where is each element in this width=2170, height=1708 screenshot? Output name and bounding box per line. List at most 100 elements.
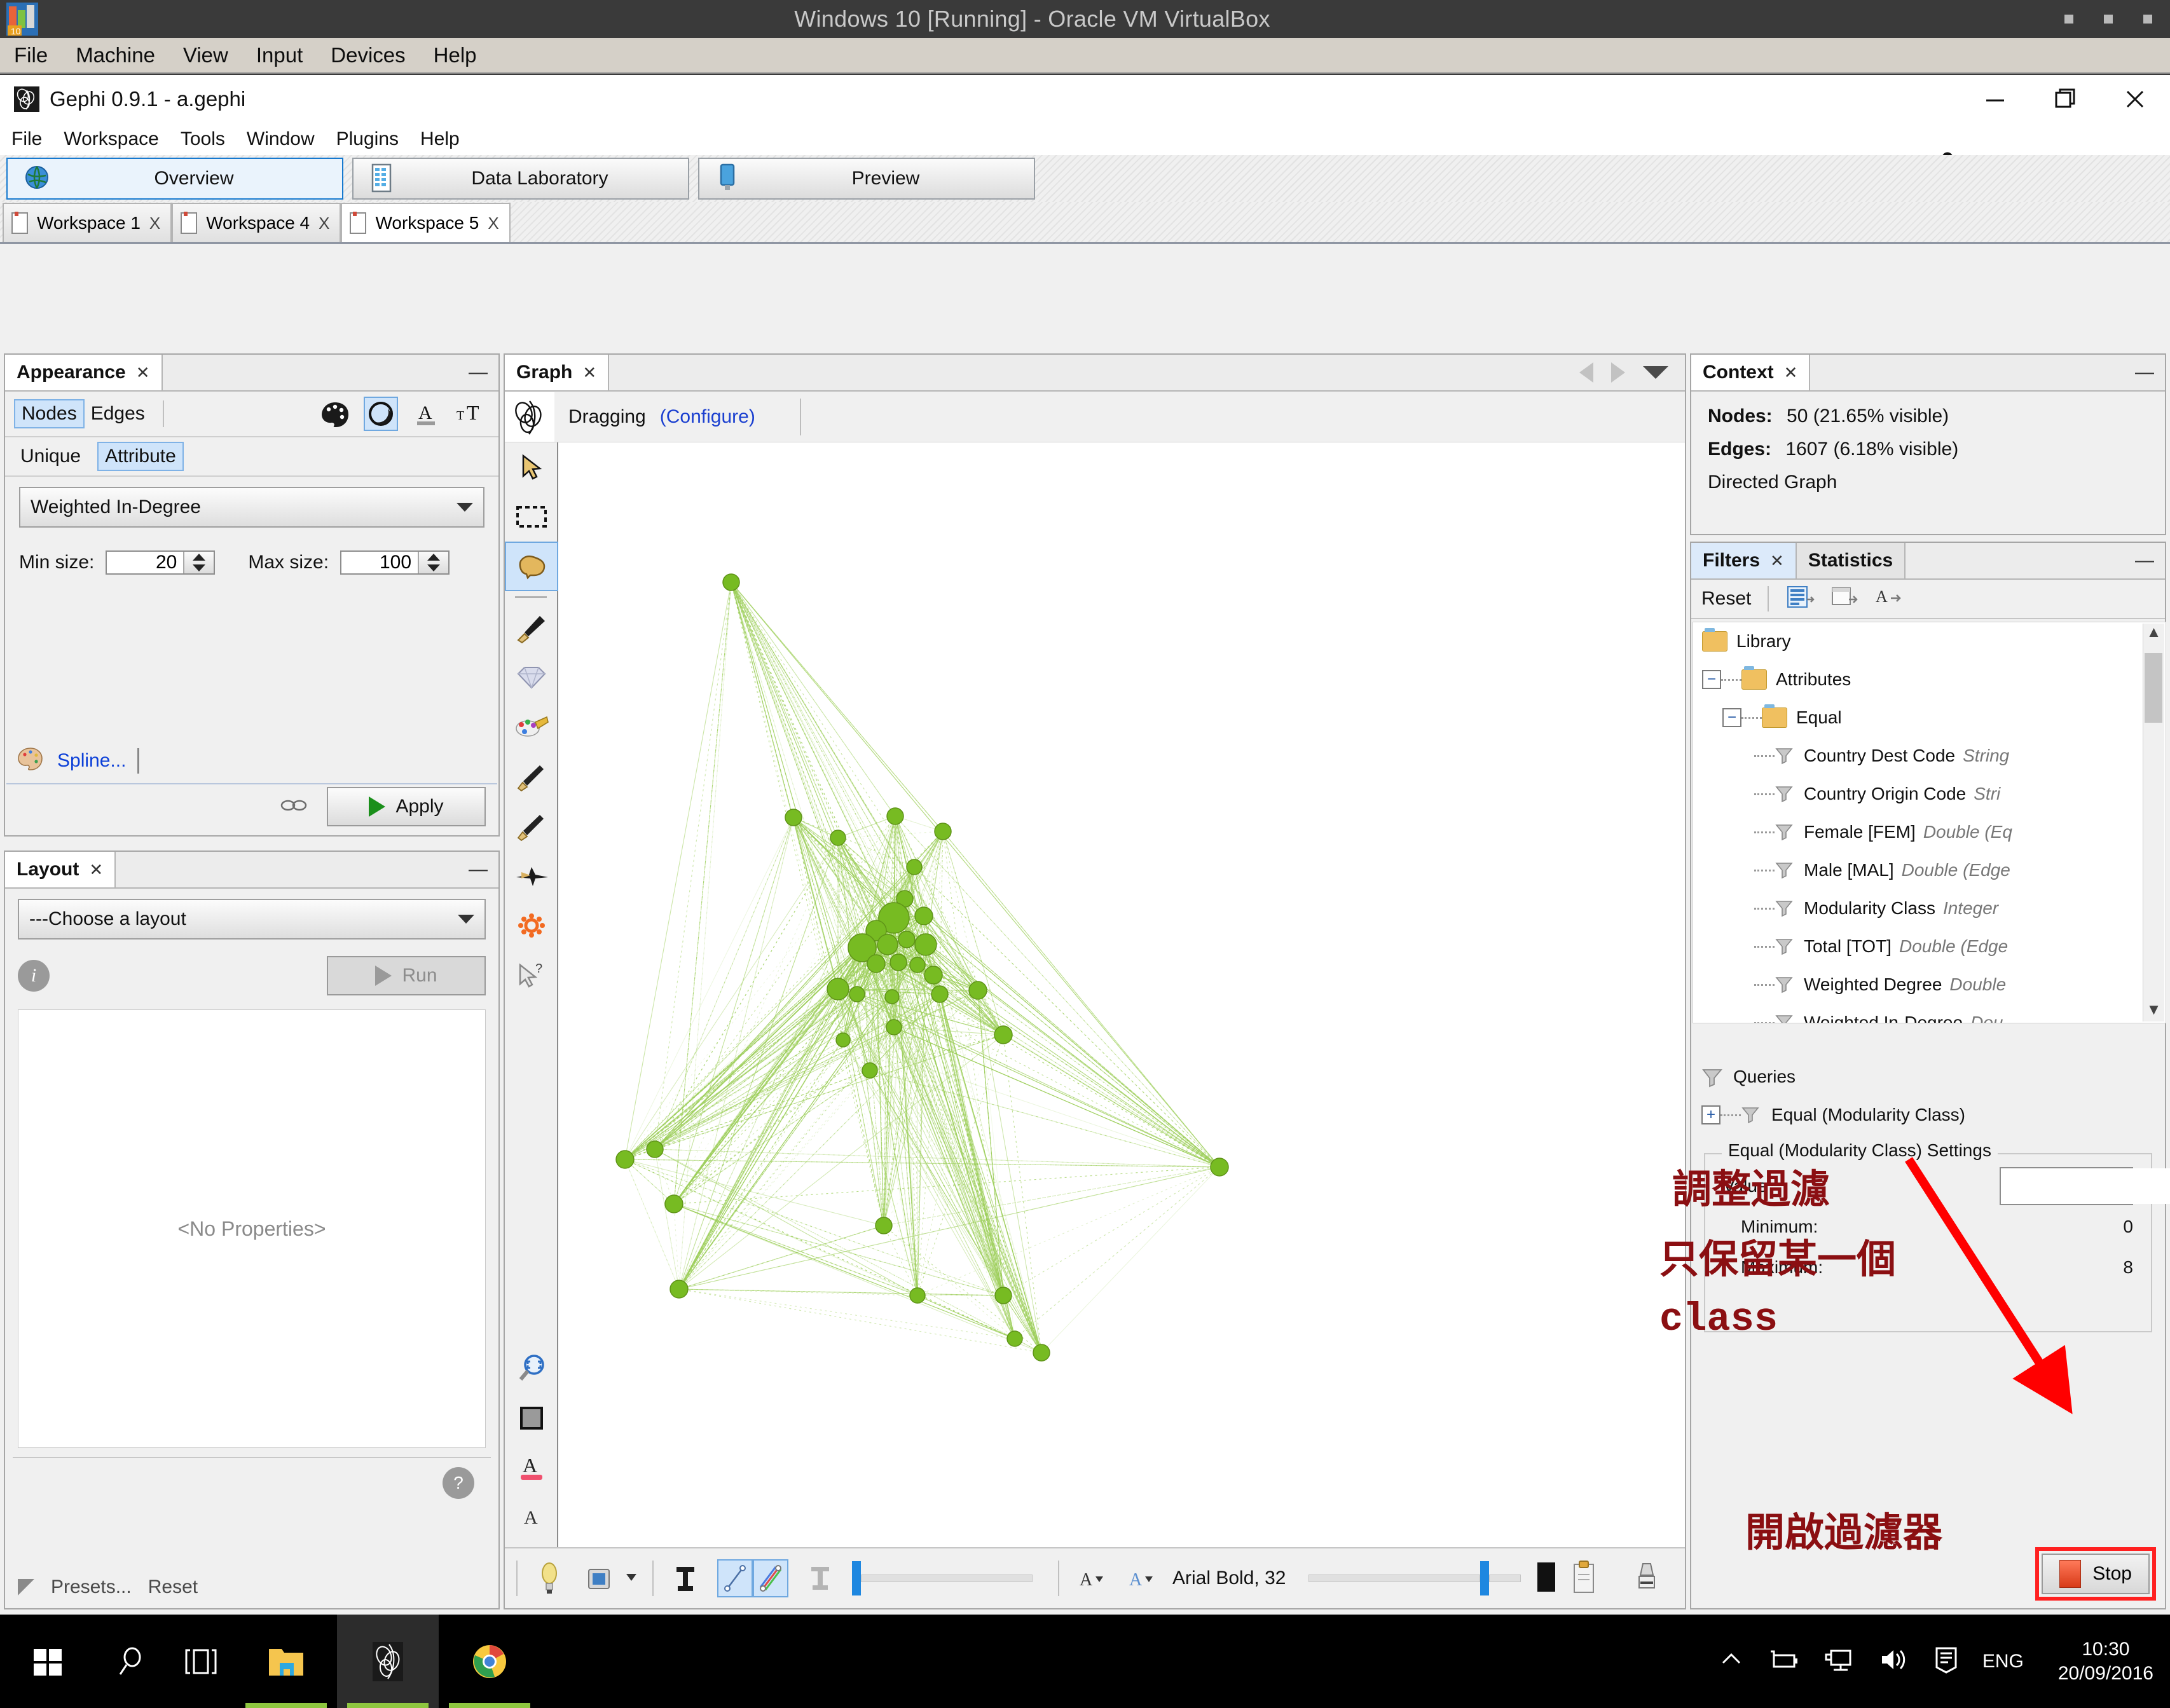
max-size-input[interactable] xyxy=(341,552,418,573)
gephi-window-controls[interactable] xyxy=(1960,75,2170,123)
attribute-select[interactable]: Weighted In-Degree xyxy=(19,487,484,528)
label-color-icon[interactable]: A xyxy=(505,1443,558,1493)
tree-item-weighted-degree[interactable]: Weighted Degree Double xyxy=(1693,966,2166,1004)
layout-close-icon[interactable]: ✕ xyxy=(89,860,103,880)
expander-collapse-icon[interactable]: − xyxy=(1722,708,1741,727)
min-size-input[interactable] xyxy=(107,552,184,573)
font-increase-icon[interactable]: A xyxy=(1123,1559,1158,1597)
virtualbox-window-buttons[interactable] xyxy=(2064,15,2170,24)
link-icon[interactable] xyxy=(280,797,308,817)
run-button[interactable]: Run xyxy=(327,956,486,995)
file-explorer-icon[interactable] xyxy=(235,1615,337,1708)
start-icon[interactable] xyxy=(0,1615,95,1708)
filters-reset-button[interactable]: Reset xyxy=(1701,588,1751,610)
nav-right-icon[interactable] xyxy=(1611,362,1625,383)
language-indicator[interactable]: ENG xyxy=(1982,1651,2024,1672)
workspace-tab-4[interactable]: Workspace 4 X xyxy=(172,203,341,242)
label-size-icon[interactable]: T T xyxy=(455,397,490,431)
workspace-tab-1-close[interactable]: X xyxy=(149,214,160,233)
label-font-value[interactable]: Arial Bold, 32 xyxy=(1172,1568,1286,1589)
appearance-tab[interactable]: Appearance ✕ xyxy=(5,355,163,390)
chrome-icon[interactable] xyxy=(439,1615,540,1708)
pencil-icon[interactable] xyxy=(505,752,558,802)
info-icon[interactable]: i xyxy=(18,960,50,992)
new-filter-icon[interactable] xyxy=(1785,583,1817,615)
slider-track[interactable] xyxy=(861,1575,1033,1582)
expander-collapse-icon[interactable]: − xyxy=(1702,670,1721,689)
size-icon[interactable] xyxy=(364,397,398,431)
export-icon[interactable] xyxy=(1830,583,1862,615)
tree-item-total-tot[interactable]: Total [TOT] Double (Edge xyxy=(1693,927,2166,966)
max-size-decrement[interactable] xyxy=(419,563,448,573)
workspace-tab-5-close[interactable]: X xyxy=(488,214,498,233)
filters-minimize-button[interactable]: — xyxy=(2124,543,2165,578)
filters-close-icon[interactable]: ✕ xyxy=(1770,551,1784,571)
tree-item-modularity-class[interactable]: Modularity Class Integer xyxy=(1693,889,2166,927)
diamond-icon[interactable] xyxy=(505,653,558,702)
tree-item-female-fem[interactable]: Female [FEM] Double (Eq xyxy=(1693,813,2166,851)
vbox-minimize-dot[interactable] xyxy=(2064,15,2073,24)
filters-library-tree[interactable]: Library − Attributes − Equal Country Des… xyxy=(1693,622,2166,1023)
appearance-close-icon[interactable]: ✕ xyxy=(136,363,150,383)
appearance-mode-attribute[interactable]: Attribute xyxy=(97,442,184,471)
graph-close-icon[interactable]: ✕ xyxy=(582,363,596,383)
filters-tab[interactable]: Filters ✕ xyxy=(1691,543,1797,578)
help-icon[interactable]: ? xyxy=(443,1467,474,1499)
action-center-icon[interactable] xyxy=(1932,1644,1961,1678)
workspace-tab-4-close[interactable]: X xyxy=(319,214,329,233)
appearance-tab-nodes[interactable]: Nodes xyxy=(14,399,85,428)
min-size-decrement[interactable] xyxy=(184,563,214,573)
tree-item-country-origin-code[interactable]: Country Origin Code Stri xyxy=(1693,775,2166,813)
tree-item-country-dest-code[interactable]: Country Dest Code String xyxy=(1693,737,2166,775)
zoom-fit-icon[interactable] xyxy=(505,1344,558,1393)
edge-color-icon[interactable] xyxy=(753,1559,788,1597)
layout-minimize-button[interactable]: — xyxy=(458,852,498,887)
color-swatch-icon[interactable] xyxy=(1535,1559,1564,1599)
maximize-button[interactable] xyxy=(2030,75,2100,123)
slider-track[interactable] xyxy=(1308,1575,1481,1582)
brush-icon[interactable] xyxy=(505,603,558,653)
apply-button[interactable]: Apply xyxy=(327,787,486,826)
vbox-close-dot[interactable] xyxy=(2143,15,2152,24)
max-size-spin-buttons[interactable] xyxy=(418,552,449,573)
slider-track-right[interactable] xyxy=(1489,1575,1521,1582)
close-button[interactable] xyxy=(2100,75,2170,123)
tree-item-male-mal[interactable]: Male [MAL] Double (Edge xyxy=(1693,851,2166,889)
layout-reset-button[interactable]: Reset xyxy=(148,1576,198,1598)
mode-button-overview[interactable]: Overview xyxy=(6,158,343,200)
rectangle-selection-icon[interactable] xyxy=(505,492,558,542)
menu-plugins[interactable]: Plugins xyxy=(336,128,399,150)
pen-icon[interactable] xyxy=(505,802,558,851)
nav-left-icon[interactable] xyxy=(1579,362,1593,383)
menu-window[interactable]: Window xyxy=(247,128,315,150)
rename-icon[interactable]: A xyxy=(1874,583,1906,615)
background-color-icon[interactable] xyxy=(505,1393,558,1443)
eraser-icon[interactable] xyxy=(1634,1560,1659,1597)
tree-node-equal[interactable]: − Equal xyxy=(1693,699,2166,737)
workspace-tab-5[interactable]: Workspace 5 X xyxy=(341,203,511,242)
spline-link[interactable]: Spline... xyxy=(57,750,126,772)
edge-labels-icon[interactable] xyxy=(802,1559,838,1597)
presets-button[interactable]: Presets... xyxy=(51,1576,132,1598)
menu-file[interactable]: File xyxy=(11,128,42,150)
gephi-icon[interactable] xyxy=(337,1615,439,1708)
appearance-mode-unique[interactable]: Unique xyxy=(14,443,87,470)
graph-configure-link[interactable]: (Configure) xyxy=(660,406,755,428)
label-size-slider[interactable] xyxy=(1308,1561,1521,1595)
cursor-icon[interactable] xyxy=(505,442,558,492)
vbox-menu-devices[interactable]: Devices xyxy=(331,43,405,67)
appearance-tab-edges[interactable]: Edges xyxy=(85,400,151,427)
scroll-thumb[interactable] xyxy=(2145,653,2162,723)
palette-icon[interactable] xyxy=(318,397,352,431)
vbox-menu-view[interactable]: View xyxy=(183,43,228,67)
font-decrease-icon[interactable]: A xyxy=(1073,1559,1109,1597)
mode-button-data-laboratory[interactable]: Data Laboratory xyxy=(352,158,689,200)
menu-help[interactable]: Help xyxy=(420,128,460,150)
cursor-help-icon[interactable]: ? xyxy=(505,950,558,1000)
menu-tools[interactable]: Tools xyxy=(181,128,225,150)
vbox-maximize-dot[interactable] xyxy=(2104,15,2113,24)
statistics-tab[interactable]: Statistics xyxy=(1796,543,1906,578)
vbox-menu-input[interactable]: Input xyxy=(256,43,303,67)
graph-tab[interactable]: Graph ✕ xyxy=(505,355,610,390)
lasso-selection-icon[interactable] xyxy=(505,542,558,591)
